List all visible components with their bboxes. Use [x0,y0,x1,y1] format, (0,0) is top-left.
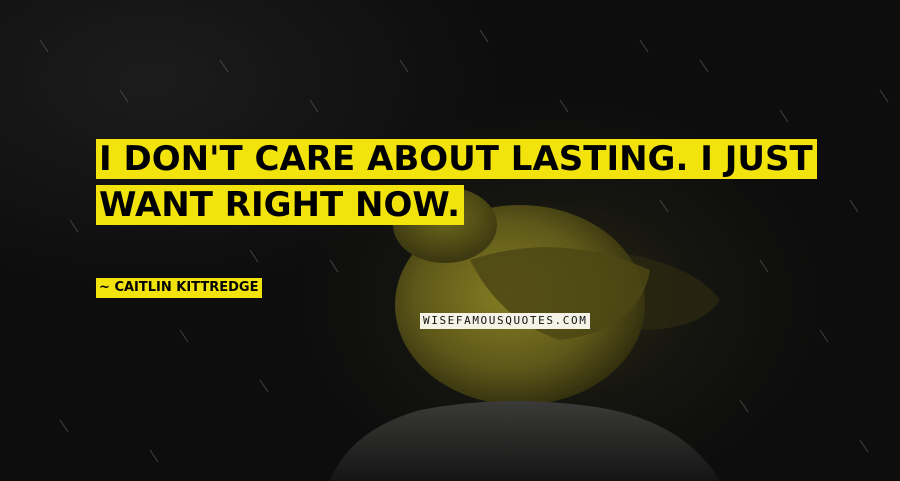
author-name: Caitlin Kittredge [114,280,259,295]
author-prefix: ~ [99,280,110,295]
watermark: WISEFAMOUSQUOTES.COM [420,313,591,329]
quote-image: I don't care about lasting. I just want … [0,0,900,481]
quote-highlight: I don't care about lasting. I just want … [96,139,817,225]
bird-photo [39,29,889,481]
quote-text: I don't care about lasting. I just want … [96,136,817,228]
rock [330,401,720,481]
author-credit: ~ Caitlin Kittredge [96,278,263,298]
